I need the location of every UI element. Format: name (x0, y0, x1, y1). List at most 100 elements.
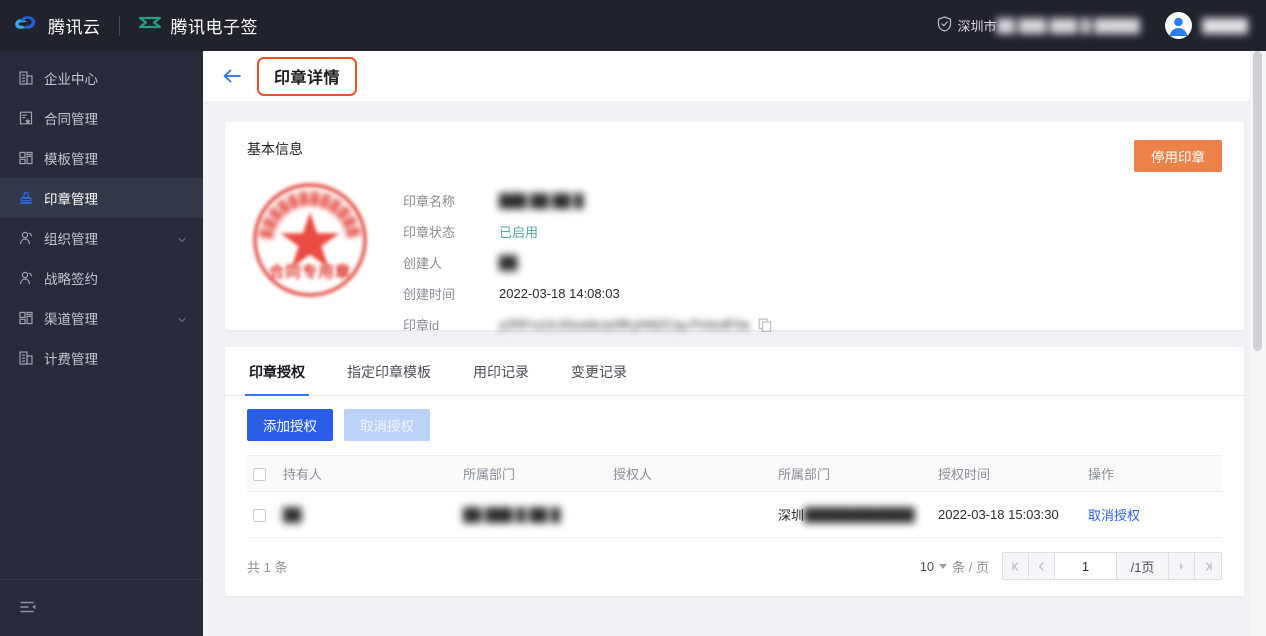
corporation-name: 深圳市 ██ ███ ███ █ █████ (958, 16, 1140, 35)
corporation-name-prefix: 深圳市 (957, 19, 997, 34)
template-grid-icon (18, 150, 34, 166)
cloud-icon (14, 15, 39, 36)
sidebar-collapse-button[interactable] (0, 579, 203, 636)
sidebar-item-contract-management[interactable]: 合同管理 (0, 98, 203, 138)
column-header-holder-department: 所属部门 (457, 455, 607, 492)
row-checkbox[interactable] (253, 509, 266, 523)
back-arrow-icon[interactable] (221, 65, 243, 87)
cell-grantor-department-value: 深圳 ████████████ (778, 505, 926, 524)
page-size-value: 10 (919, 558, 935, 574)
cell-authorized-time: 2022-03-18 15:03:30 (932, 491, 1082, 538)
brand-esign[interactable]: 腾讯电子签 (138, 13, 259, 38)
users-icon (18, 270, 34, 286)
sidebar-item-channel-management[interactable]: 渠道管理 (0, 298, 203, 338)
field-value: ██ (499, 255, 517, 270)
cell-holder-department: ██ ███ █ ██ █ (457, 491, 607, 538)
page-last-icon[interactable] (1195, 553, 1221, 579)
seal-image: ████████████████ 合同专用章 (242, 166, 373, 303)
field-value: 2022-03-18 14:08:03 (499, 286, 620, 301)
user-avatar-icon (1164, 12, 1192, 39)
sidebar-item-label: 计费管理 (44, 352, 98, 367)
brand-tencent-cloud-label: 腾讯云 (48, 18, 101, 37)
tab-label: 印章授权 (249, 364, 305, 380)
field-value-redacted: y2RFruUL00oxkbJy0fKyhfd2Cay.PmtvdF0a (499, 317, 750, 332)
vertical-scrollbar[interactable] (1250, 51, 1266, 636)
sidebar-collapse-icon (20, 600, 38, 617)
cancel-authorization-link[interactable]: 取消授权 (1088, 508, 1140, 523)
table-header-row: 持有人 所属部门 授权人 所属部门 授权时间 操作 (247, 455, 1222, 492)
column-header-grantor-department: 所属部门 (772, 455, 932, 492)
field-value: 已启用 (499, 225, 539, 240)
table-row: ██ ██ ███ █ ██ █ 深圳 ████████████ 2022-03… (247, 491, 1222, 538)
page-next-icon[interactable] (1169, 553, 1195, 579)
add-authorization-button[interactable]: 添加授权 (247, 409, 333, 441)
tab-designated-seal-template[interactable]: 指定印章模板 (345, 347, 433, 395)
page-title: 印章详情 (274, 69, 341, 87)
column-header-authorized-time: 授权时间 (932, 455, 1082, 492)
dept-prefix: 深圳 (778, 508, 805, 523)
page-prev-icon[interactable] (1029, 553, 1055, 579)
sidebar-item-organization-management[interactable]: 组织管理 (0, 218, 203, 258)
page-first-icon[interactable] (1003, 553, 1029, 579)
pagination: 共 1 条 10 条 / 页 1 /1页 (225, 538, 1244, 596)
template-grid-icon (18, 310, 34, 326)
column-header-operation: 操作 (1082, 455, 1222, 492)
chevron-down-icon (177, 233, 187, 243)
column-header-grantor: 授权人 (607, 455, 772, 492)
seal-bottom-text: 合同专用章 (269, 262, 352, 281)
building-icon (18, 350, 34, 366)
sidebar-nav: 企业中心 合同管理 模板管理 印章管理 组织管理 战略签约 渠道管理 计费管理 (0, 51, 203, 378)
corporation-name-redacted: ██ ███ ███ █ █████ (996, 18, 1140, 33)
page-number-input[interactable] (1055, 553, 1117, 579)
pagination-controls: 10 条 / 页 1 /1页 (920, 552, 1222, 580)
field-value-redacted: ███ ██ ██ █ (499, 193, 584, 208)
page-header: 印章详情 (203, 51, 1266, 101)
copy-icon[interactable] (758, 318, 772, 332)
authorization-card: 印章授权 指定印章模板 用印记录 变更记录 添加授权 取消授权 持有人 所属部门… (225, 347, 1244, 596)
sidebar-item-label: 组织管理 (44, 232, 98, 247)
sidebar-item-label: 企业中心 (44, 72, 98, 87)
pagination-button-group: /1页 (1002, 552, 1222, 580)
select-all-cell (247, 455, 277, 492)
sidebar-item-template-management[interactable]: 模板管理 (0, 138, 203, 178)
field-seal-name: 印章名称 ███ ██ ██ █ (403, 185, 772, 216)
top-bar: 腾讯云 腾讯电子签 深圳市 ██ ███ ███ █ █████ █████ (0, 0, 1266, 51)
field-create-time: 创建时间 2022-03-18 14:08:03 (403, 278, 772, 309)
tab-change-records[interactable]: 变更记录 (569, 347, 629, 395)
stamp-icon (18, 190, 34, 206)
user-menu[interactable]: █████ (1164, 12, 1248, 39)
cell-grantor (607, 491, 772, 538)
field-label: 印章id (403, 318, 440, 333)
table-wrapper: 持有人 所属部门 授权人 所属部门 授权时间 操作 ██ ██ ███ █ ██… (225, 455, 1244, 538)
field-label: 创建人 (403, 256, 443, 271)
tab-label: 变更记录 (571, 364, 627, 380)
cell-holder: ██ (277, 491, 457, 538)
main-content: 印章详情 基本信息 停用印章 ████████████ 合同专用章 印章名称 █… (203, 51, 1266, 636)
disable-seal-button[interactable]: 停用印章 (1134, 140, 1222, 172)
page-title-highlight: 印章详情 (257, 56, 358, 96)
table-head: 持有人 所属部门 授权人 所属部门 授权时间 操作 (247, 455, 1222, 492)
sidebar-item-billing-management[interactable]: 计费管理 (0, 338, 203, 378)
tab-label: 用印记录 (473, 364, 529, 380)
sidebar-item-seal-management[interactable]: 印章管理 (0, 178, 203, 218)
tab-bar: 印章授权 指定印章模板 用印记录 变更记录 (225, 347, 1244, 396)
page-size-selector[interactable]: 10 条 / 页 (920, 557, 989, 576)
sidebar-item-strategic-signing[interactable]: 战略签约 (0, 258, 203, 298)
cell-holder-value: ██ (283, 507, 302, 522)
basic-info-fields: 印章名称 ███ ██ ██ █ 印章状态 已启用 创建人 ██ 创建时间 20… (403, 177, 772, 340)
select-all-checkbox[interactable] (253, 468, 266, 482)
row-select-cell (247, 491, 277, 538)
field-creator: 创建人 ██ (403, 247, 772, 278)
cancel-authorization-button[interactable]: 取消授权 (344, 409, 430, 441)
sidebar-item-enterprise-center[interactable]: 企业中心 (0, 58, 203, 98)
pagination-total-pages: /1页 (1117, 553, 1169, 579)
field-label: 印章名称 (403, 194, 456, 209)
brand-tencent-cloud[interactable]: 腾讯云 (14, 13, 101, 38)
scrollbar-thumb[interactable] (1253, 51, 1262, 351)
sidebar: 企业中心 合同管理 模板管理 印章管理 组织管理 战略签约 渠道管理 计费管理 (0, 51, 203, 636)
corporation-selector[interactable]: 深圳市 ██ ███ ███ █ █████ (937, 16, 1140, 35)
tab-seal-usage-records[interactable]: 用印记录 (471, 347, 531, 395)
tab-seal-authorization[interactable]: 印章授权 (245, 347, 309, 396)
building-icon (18, 70, 34, 86)
field-label: 创建时间 (403, 287, 456, 302)
